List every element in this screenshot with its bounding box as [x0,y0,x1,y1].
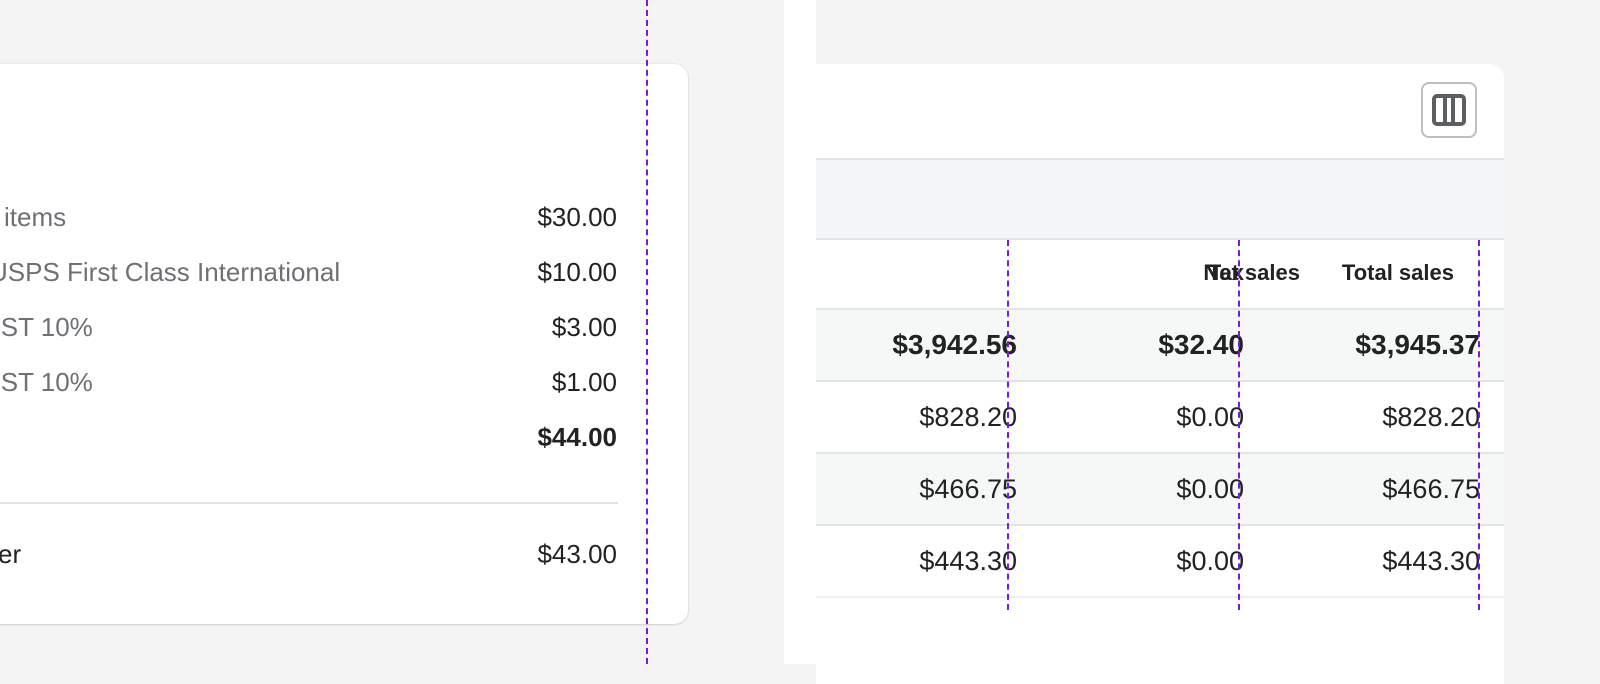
header-total-sales[interactable]: Total sales [1342,238,1454,308]
order-summary-card: items $30.00 USPS First Class Internatio… [0,64,688,624]
alignment-guide [1478,240,1480,610]
panel-separator [784,0,816,664]
table-totals-row: $3,942.56 $32.40 $3,945.37 [816,310,1504,382]
filter-bar [816,160,1504,240]
tax-cell: $0.00 [1176,474,1244,504]
alignment-guide [646,0,648,664]
summary-value: $43.00 [537,539,617,569]
total-sales-cell: $466.75 [1382,474,1480,504]
tax-cell: $0.00 [1176,402,1244,432]
summary-label: items [4,202,67,232]
summary-row-paid: er $43.00 [0,538,617,570]
summary-value: $3.00 [551,312,617,342]
total-net-sales: $3,942.56 [892,329,1017,360]
table-header-row: Net sales Tax Total sales [816,238,1504,310]
card-divider [0,502,618,504]
summary-row-total: $44.00 [0,421,617,453]
total-tax: $32.40 [1158,329,1244,360]
net-sales-cell: $466.75 [919,474,1017,504]
alignment-guide [1238,240,1240,610]
summary-row-tax: HST 10% $1.00 [0,366,617,398]
table-row[interactable]: $443.30 $0.00 $443.30 [816,526,1504,598]
total-sales: $3,945.37 [1355,329,1480,360]
columns-button[interactable] [1421,82,1477,138]
summary-label: er [0,539,22,569]
summary-label: HST 10% [0,312,93,342]
summary-value: $1.00 [551,367,617,397]
summary-row-tax: HST 10% $3.00 [0,311,617,343]
summary-value: $10.00 [537,257,617,287]
table-toolbar [816,64,1504,160]
table-row[interactable]: $828.20 $0.00 $828.20 [816,382,1504,454]
summary-value: $30.00 [537,202,617,232]
sales-table-card: Net sales Tax Total sales $3,942.56 $32.… [816,64,1504,684]
summary-label: USPS First Class International [0,257,341,287]
columns-icon [1432,94,1466,126]
summary-total-value: $44.00 [537,422,617,452]
tax-cell: $0.00 [1176,546,1244,576]
total-sales-cell: $828.20 [1382,402,1480,432]
summary-row-items: items $30.00 [0,201,617,233]
net-sales-cell: $443.30 [919,546,1017,576]
alignment-guide [1007,240,1009,610]
summary-row-shipping: USPS First Class International $10.00 [0,256,617,288]
summary-label: HST 10% [0,367,93,397]
net-sales-cell: $828.20 [919,402,1017,432]
total-sales-cell: $443.30 [1382,546,1480,576]
table-row[interactable]: $466.75 $0.00 $466.75 [816,454,1504,526]
